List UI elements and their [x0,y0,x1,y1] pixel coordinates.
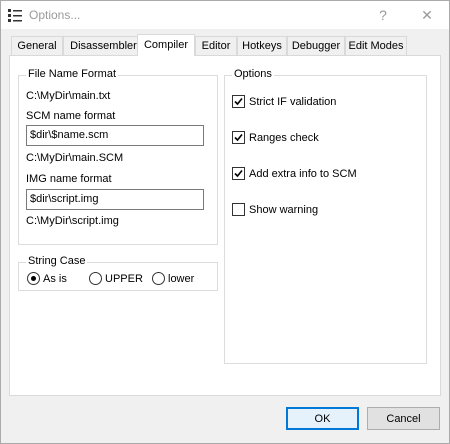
radio-lower[interactable]: lower [152,272,194,285]
add-extra-info-label: Add extra info to SCM [249,167,357,180]
options-dialog: Options... ? ✕ General Disassembler Comp… [0,0,450,444]
img-preview-text: C:\MyDir\script.img [26,215,119,227]
tab-strip: General Disassembler Compiler Editor Hot… [9,34,441,56]
strict-if-validation-label: Strict IF validation [249,95,337,108]
string-case-label: String Case [26,255,88,267]
window-title: Options... [29,8,81,22]
checkbox-checked-icon [232,131,245,144]
tab-general[interactable]: General [11,36,63,55]
tab-editor[interactable]: Editor [195,36,237,55]
checkbox-checked-icon [232,167,245,180]
radio-as-is-label: As is [43,272,67,285]
tab-edit-modes[interactable]: Edit Modes [345,36,407,55]
checkbox-strict-if-validation[interactable]: Strict IF validation [232,95,336,108]
help-icon: ? [379,7,387,23]
checkbox-ranges-check[interactable]: Ranges check [232,131,319,144]
radio-as-is[interactable]: As is [27,272,67,285]
scm-preview-text: C:\MyDir\main.SCM [26,152,124,164]
checkbox-show-warning[interactable]: Show warning [232,203,318,216]
close-icon: ✕ [421,6,433,23]
checkbox-add-extra-info[interactable]: Add extra info to SCM [232,167,357,180]
tab-disassembler[interactable]: Disassembler [63,36,144,55]
checkbox-checked-icon [232,95,245,108]
radio-upper[interactable]: UPPER [89,272,143,285]
radio-unselected-icon [89,272,102,285]
show-warning-label: Show warning [249,203,319,216]
ranges-check-label: Ranges check [249,131,319,144]
radio-selected-icon [27,272,40,285]
options-group: Options Strict IF validation Ranges chec… [224,68,427,364]
cancel-button[interactable]: Cancel [367,407,440,430]
img-name-format-label: IMG name format [26,173,112,185]
options-group-label: Options [232,68,274,80]
tab-hotkeys[interactable]: Hotkeys [237,36,287,55]
tab-debugger[interactable]: Debugger [287,36,345,55]
options-list-icon [7,7,23,23]
file-name-format-label: File Name Format [26,68,119,80]
checkbox-unchecked-icon [232,203,245,216]
compiler-tab-panel: File Name Format C:\MyDir\main.txt SCM n… [9,55,441,396]
tab-compiler[interactable]: Compiler [137,34,195,56]
img-name-format-input[interactable]: $dir\script.img [26,189,204,210]
file-name-format-group: File Name Format C:\MyDir\main.txt SCM n… [18,68,218,245]
help-button[interactable]: ? [361,1,405,29]
radio-unselected-icon [152,272,165,285]
close-button[interactable]: ✕ [405,1,449,29]
radio-upper-label: UPPER [105,272,143,285]
scm-name-format-input[interactable]: $dir\$name.scm [26,125,204,146]
string-case-group: String Case As is UPPER lower [18,255,218,291]
ok-button[interactable]: OK [286,407,359,430]
radio-lower-label: lower [168,272,195,285]
scm-name-format-label: SCM name format [26,110,116,122]
main-path-text: C:\MyDir\main.txt [26,90,111,102]
title-bar: Options... ? ✕ [1,1,449,29]
